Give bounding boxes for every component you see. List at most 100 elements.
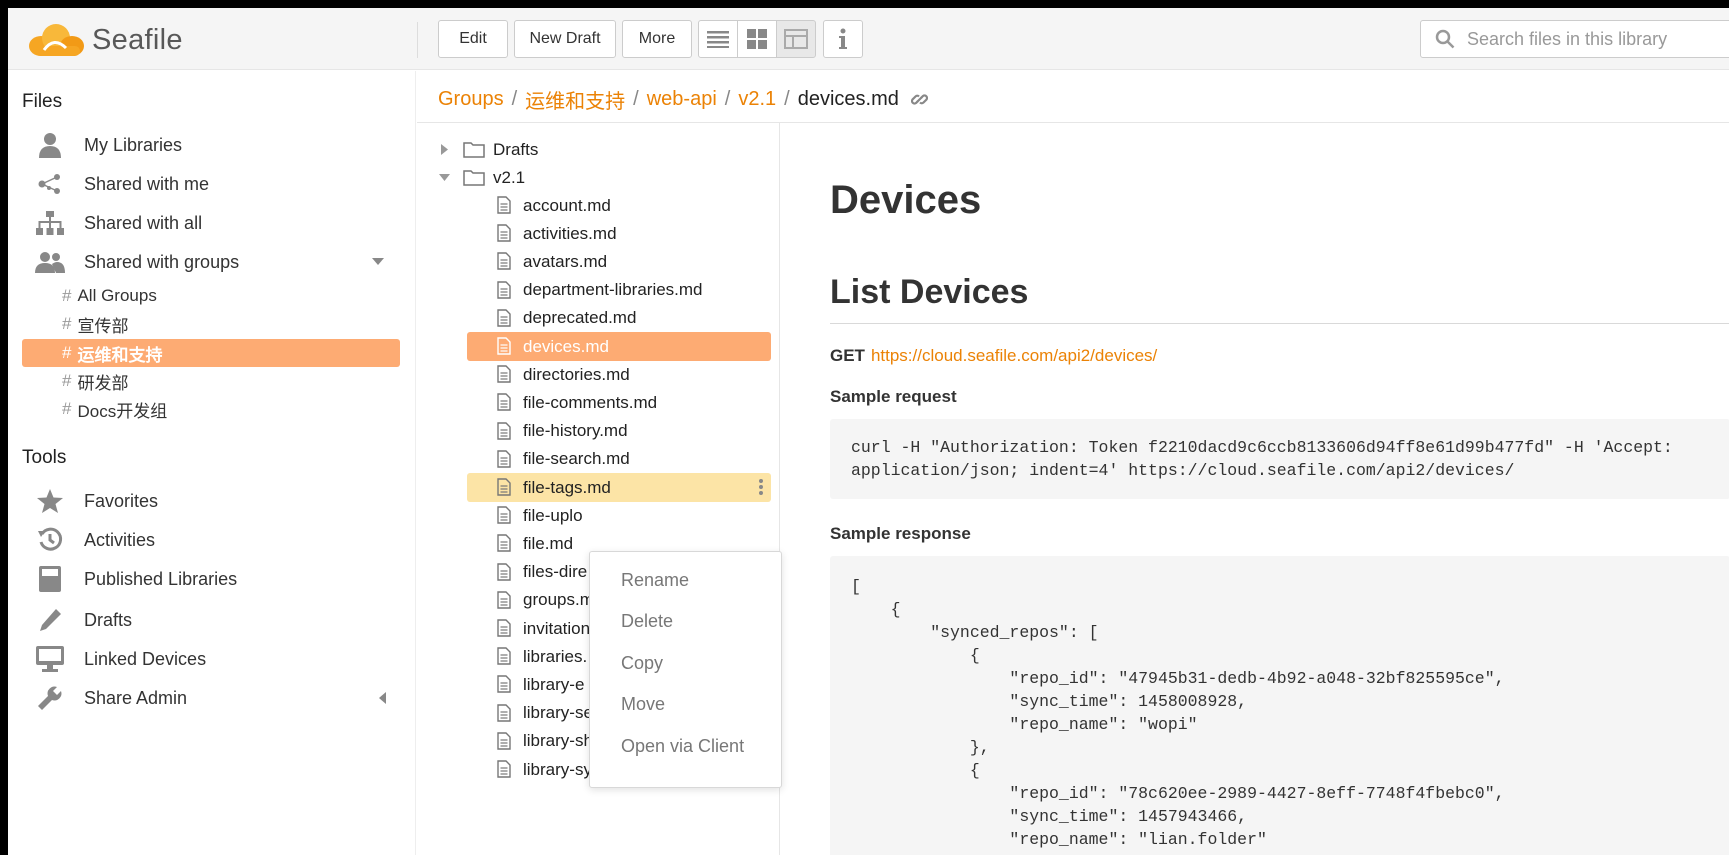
search-box[interactable]: Search files in this library [1420, 20, 1729, 58]
sidebar-group-item[interactable]: # Docs开发组 [22, 395, 400, 423]
column-view-button[interactable] [776, 20, 816, 58]
hash-icon: # [62, 371, 72, 390]
breadcrumb-link-groups[interactable]: Groups [438, 88, 504, 111]
folder-icon [463, 142, 485, 158]
sidebar-item-label: My Libraries [84, 134, 183, 155]
edit-button[interactable]: Edit [438, 20, 508, 58]
tree-file-label: activities.md [523, 223, 617, 243]
sidebar-group-label: 宣传部 [77, 316, 129, 336]
more-options-icon[interactable] [759, 479, 763, 495]
group-icon [35, 252, 65, 273]
file-icon [497, 647, 511, 665]
sidebar-group-label: 研发部 [77, 373, 129, 393]
sidebar-group-item-active[interactable]: # 运维和支持 [22, 339, 400, 367]
tree-file-item[interactable]: file-comments.md [467, 388, 771, 417]
tree-file-item[interactable]: file-search.md [467, 445, 771, 474]
tree-file-item[interactable]: file-uplo [467, 501, 771, 530]
sidebar-item-activities[interactable]: Activities [22, 522, 400, 558]
sample-request-label: Sample request [830, 387, 957, 406]
sidebar-item-shared-with-groups[interactable]: Shared with groups [22, 244, 400, 280]
file-icon [497, 196, 511, 214]
sidebar-item-shared-with-me[interactable]: Shared with me [22, 166, 400, 202]
tree-file-item[interactable]: file-tags.md [467, 473, 771, 502]
tree-file-item[interactable]: file-history.md [467, 417, 771, 446]
file-icon [497, 337, 511, 355]
sidebar-group-all-groups[interactable]: # All Groups [22, 282, 400, 310]
link-icon[interactable] [910, 91, 928, 108]
tree-file-label: avatars.md [523, 251, 608, 271]
caret-down-icon[interactable] [438, 174, 450, 181]
monitor-icon [36, 646, 64, 672]
info-button[interactable] [823, 20, 863, 58]
tree-file-item[interactable]: devices.md [467, 332, 771, 361]
menu-item-delete[interactable]: Delete [590, 603, 781, 639]
sample-response-label: Sample response [830, 524, 971, 543]
tree-file-item[interactable]: deprecated.md [467, 304, 771, 333]
grid-view-button[interactable] [737, 20, 777, 58]
star-icon [37, 489, 63, 513]
tools-heading: Tools [22, 447, 67, 468]
breadcrumb-link-group[interactable]: 运维和支持 [525, 85, 625, 114]
context-menu: Rename Delete Copy Move Open via Client [589, 551, 782, 788]
caret-right-icon[interactable] [440, 144, 448, 155]
chevron-left-icon[interactable] [379, 692, 386, 704]
sidebar-item-share-admin[interactable]: Share Admin [22, 680, 400, 716]
search-icon [1435, 29, 1455, 49]
menu-item-copy[interactable]: Copy [590, 645, 781, 681]
tree-file-item[interactable]: activities.md [467, 219, 771, 248]
menu-item-move[interactable]: Move [590, 686, 781, 722]
history-icon [38, 527, 63, 551]
sidebar-group-item[interactable]: # 研发部 [22, 367, 400, 395]
pencil-icon [40, 609, 61, 631]
endpoint-url-link[interactable]: https://cloud.seafile.com/api2/devices/ [871, 346, 1157, 365]
breadcrumb-link-library[interactable]: web-api [647, 88, 717, 111]
file-icon [497, 760, 511, 778]
tree-file-label: libraries. [523, 646, 588, 666]
tree-file-label: files-dire [523, 562, 588, 582]
tree-file-label: file-history.md [523, 421, 628, 441]
file-icon [497, 224, 511, 242]
file-icon [497, 562, 511, 581]
tree-file-item[interactable]: avatars.md [467, 247, 771, 276]
new-draft-button[interactable]: New Draft [514, 20, 616, 58]
list-view-button[interactable] [698, 20, 738, 58]
sidebar-item-label: Shared with all [84, 212, 203, 233]
file-icon [497, 703, 511, 722]
tree-file-item[interactable]: directories.md [467, 360, 771, 389]
breadcrumb-link-folder[interactable]: v2.1 [738, 88, 776, 111]
tree-file-label: file-tags.md [523, 477, 611, 497]
tree-file-label: directories.md [523, 364, 630, 384]
sidebar-item-drafts[interactable]: Drafts [22, 602, 400, 638]
more-button[interactable]: More [622, 20, 692, 58]
sidebar-item-shared-with-all[interactable]: Shared with all [22, 205, 400, 241]
sample-response-code: [ { "synced_repos": [ { "repo_id": "4794… [830, 556, 1729, 855]
sidebar-item-my-libraries[interactable]: My Libraries [22, 127, 400, 163]
doc-section-title: List Devices [830, 273, 1029, 311]
sidebar-item-label: Published Libraries [84, 568, 238, 589]
sidebar: Files My Libraries Shared with me Shared… [8, 71, 416, 855]
seafile-logo-icon [29, 24, 84, 56]
menu-item-open-via-client[interactable]: Open via Client [590, 728, 781, 764]
tree-file-item[interactable]: department-libraries.md [467, 276, 771, 305]
sidebar-item-published-libraries[interactable]: Published Libraries [22, 561, 400, 597]
hash-icon: # [62, 314, 72, 333]
chevron-down-icon[interactable] [372, 258, 384, 265]
folder-icon [463, 170, 485, 186]
search-input[interactable]: Search files in this library [1467, 29, 1667, 50]
menu-item-rename[interactable]: Rename [590, 562, 781, 598]
sidebar-item-label: Shared with me [84, 173, 210, 194]
logo[interactable]: Seafile [26, 18, 183, 62]
sidebar-group-item[interactable]: # 宣传部 [22, 310, 400, 338]
sidebar-item-linked-devices[interactable]: Linked Devices [22, 641, 400, 677]
file-icon [497, 478, 511, 496]
tree-file-item[interactable]: account.md [467, 191, 771, 220]
file-icon [497, 591, 511, 609]
info-icon [839, 28, 847, 49]
sidebar-item-favorites[interactable]: Favorites [22, 483, 400, 519]
breadcrumb-current-file: devices.md [797, 87, 899, 110]
tree-folder-drafts[interactable]: Drafts [437, 135, 771, 164]
tree-folder-label: Drafts [493, 139, 539, 159]
tree-folder-v2-1[interactable]: v2.1 [437, 163, 771, 192]
sidebar-group-label: 运维和支持 [77, 345, 163, 365]
sample-request-code: curl -H "Authorization: Token f2210dacd9… [830, 419, 1729, 499]
